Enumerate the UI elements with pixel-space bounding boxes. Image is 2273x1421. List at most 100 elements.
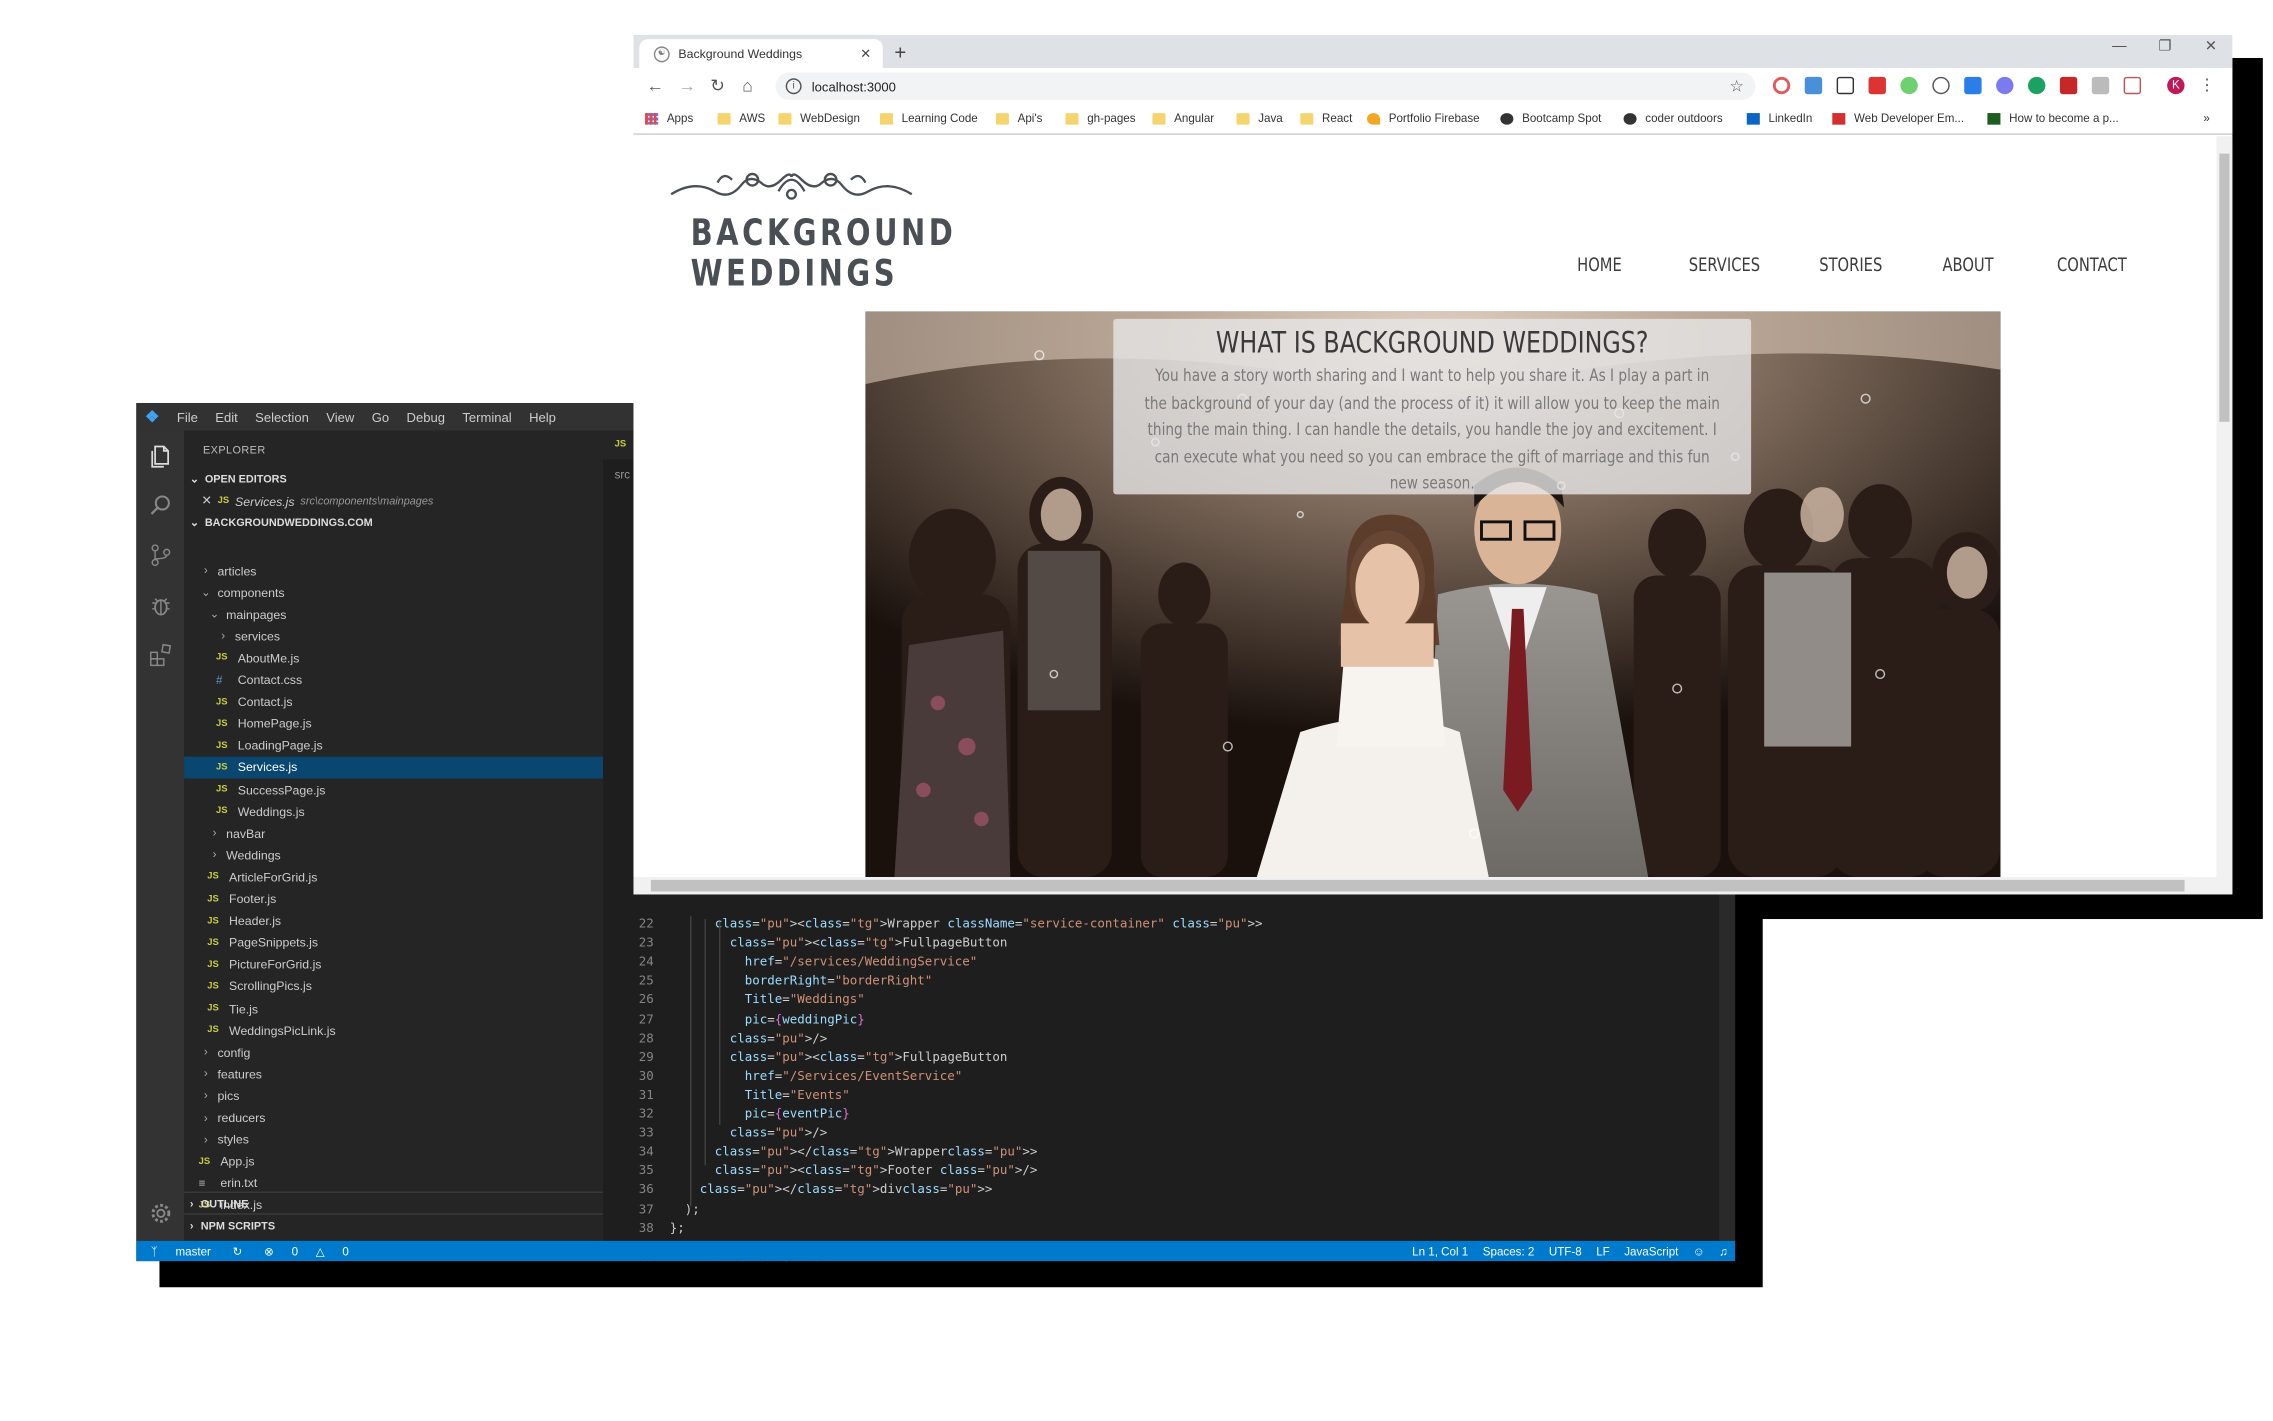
bookmark-item[interactable]: Api's — [995, 112, 1042, 125]
nav-stories[interactable]: STORIES — [1819, 255, 1882, 277]
code-line[interactable]: 34 class="pu"></class="tg">Wrapperclass=… — [603, 1144, 1735, 1163]
tree-file[interactable]: JS PictureForGrid.js — [184, 954, 603, 976]
code-line[interactable]: 33 class="pu">/> — [603, 1125, 1735, 1144]
menu-debug[interactable]: Debug — [398, 410, 454, 424]
explorer-icon[interactable] — [146, 442, 174, 470]
code-line[interactable]: 32 pic={eventPic} — [603, 1106, 1735, 1125]
menu-edit[interactable]: Edit — [207, 410, 247, 424]
indent-setting[interactable]: Spaces: 2 — [1483, 1244, 1535, 1257]
npm-scripts-header[interactable]: › NPM SCRIPTS — [184, 1213, 604, 1235]
bookmark-item[interactable]: AWS — [717, 112, 765, 125]
tree-file[interactable]: JS ScrollingPics.js — [184, 975, 603, 997]
page-vertical-scrollbar[interactable] — [2216, 136, 2233, 878]
back-icon[interactable]: ← — [647, 75, 664, 95]
bookmark-item[interactable]: gh-pages — [1065, 112, 1136, 125]
code-line[interactable]: 25 borderRight="borderRight" — [603, 973, 1735, 992]
tree-file[interactable]: JS Header.js — [184, 910, 603, 932]
reload-icon[interactable]: ↻ — [710, 75, 725, 95]
page-horizontal-scrollbar[interactable] — [633, 877, 2233, 895]
more-bookmarks-icon[interactable]: » — [2203, 112, 2209, 125]
extension-icon-3[interactable] — [1836, 76, 1855, 95]
tab-close-icon[interactable]: ✕ — [860, 46, 871, 62]
bookmark-item[interactable]: How to become a p... — [1987, 112, 2119, 125]
language-mode[interactable]: JavaScript — [1624, 1244, 1678, 1257]
tree-file[interactable]: JS LoadingPage.js — [184, 735, 603, 757]
project-header[interactable]: ⌄ BACKGROUNDWEDDINGS.COM — [184, 512, 603, 534]
bookmark-item[interactable]: WebDesign — [778, 112, 860, 125]
extension-icon-1[interactable] — [1772, 76, 1791, 95]
bookmark-item[interactable]: React — [1300, 112, 1352, 125]
extension-icon-6[interactable] — [1932, 76, 1950, 95]
menu-selection[interactable]: Selection — [246, 410, 317, 424]
code-line[interactable]: 31 Title="Events" — [603, 1087, 1735, 1106]
menu-view[interactable]: View — [318, 410, 363, 424]
menu-terminal[interactable]: Terminal — [454, 410, 521, 424]
tree-file[interactable]: JS Tie.js — [184, 997, 603, 1019]
nav-services[interactable]: SERVICES — [1689, 255, 1760, 277]
menu-go[interactable]: Go — [363, 410, 398, 424]
address-bar[interactable]: i localhost:3000 ☆ — [775, 72, 1756, 101]
menu-file[interactable]: File — [168, 410, 206, 424]
tree-folder[interactable]: › services — [184, 625, 603, 647]
tree-folder[interactable]: › config — [184, 1041, 603, 1063]
gear-icon[interactable] — [146, 1199, 174, 1227]
extensions-icon[interactable] — [146, 641, 174, 669]
tree-folder[interactable]: › articles — [184, 560, 603, 582]
sync-icon[interactable]: ↻ — [233, 1244, 243, 1257]
cursor-position[interactable]: Ln 1, Col 1 — [1412, 1244, 1468, 1257]
bookmark-item[interactable]: Angular — [1152, 112, 1214, 125]
open-editor-item[interactable]: ✕ JS Services.js src\components\mainpage… — [184, 490, 603, 512]
logo-text-line1[interactable]: BACKGROUND — [691, 212, 953, 254]
bookmark-item[interactable]: LinkedIn — [1746, 112, 1812, 125]
branch-indicator[interactable]: ᛉ master — [144, 1244, 219, 1257]
info-icon[interactable]: i — [785, 78, 802, 95]
tree-folder[interactable]: › features — [184, 1063, 603, 1085]
home-icon[interactable]: ⌂ — [742, 75, 753, 95]
notification-bell-icon[interactable]: ♫ — [1719, 1244, 1728, 1257]
bookmark-item[interactable]: Learning Code — [879, 112, 978, 125]
bookmark-item[interactable]: Apps — [645, 112, 693, 125]
bookmark-item[interactable]: Web Developer Em... — [1832, 112, 1964, 125]
nav-contact[interactable]: CONTACT — [2057, 255, 2127, 277]
tree-file[interactable]: JS HomePage.js — [184, 713, 603, 735]
extension-icon-10[interactable] — [2059, 76, 2078, 95]
code-line[interactable]: 38}; — [603, 1220, 1735, 1239]
restore-icon[interactable]: ❐ — [2158, 39, 2171, 55]
chrome-menu-icon[interactable]: ⋮ — [2199, 75, 2215, 94]
tree-file[interactable]: JS Weddings.js — [184, 800, 603, 822]
tree-folder[interactable]: › navBar — [184, 822, 603, 844]
profile-avatar[interactable]: K — [2167, 76, 2185, 95]
problems-indicator[interactable]: ⊗ 0 △ 0 — [257, 1244, 356, 1257]
code-line[interactable]: 23 class="pu"><class="tg">FullpageButton — [603, 935, 1735, 954]
extension-icon-11[interactable] — [2091, 76, 2110, 95]
code-line[interactable]: 29 class="pu"><class="tg">FullpageButton — [603, 1049, 1735, 1068]
tree-folder[interactable]: › pics — [184, 1085, 603, 1107]
tree-folder[interactable]: ⌄ mainpages — [184, 603, 603, 625]
open-editors-header[interactable]: ⌄ OPEN EDITORS — [184, 468, 603, 490]
minimize-icon[interactable]: — — [2112, 39, 2126, 55]
horizontal-scroll-thumb[interactable] — [650, 879, 2185, 892]
tree-file[interactable]: JS Footer.js — [184, 888, 603, 910]
close-icon[interactable]: ✕ — [201, 493, 211, 509]
forward-icon[interactable]: → — [678, 75, 695, 95]
bookmark-star-icon[interactable]: ☆ — [1730, 77, 1744, 95]
tree-file[interactable]: # Contact.css — [184, 669, 603, 691]
window-close-icon[interactable]: ✕ — [2205, 39, 2217, 55]
debug-icon[interactable] — [146, 591, 174, 619]
code-line[interactable]: 36 class="pu"></class="tg">divclass="pu"… — [603, 1182, 1735, 1201]
tree-file[interactable]: JS SuccessPage.js — [184, 778, 603, 800]
outline-header[interactable]: › OUTLINE — [184, 1191, 604, 1214]
nav-home[interactable]: HOME — [1577, 255, 1622, 277]
code-line[interactable]: 37 ); — [603, 1201, 1735, 1220]
tree-folder[interactable]: › styles — [184, 1129, 603, 1151]
encoding-setting[interactable]: UTF-8 — [1549, 1244, 1582, 1257]
code-line[interactable]: 26 Title="Weddings" — [603, 992, 1735, 1011]
extension-icon-9[interactable] — [2027, 76, 2046, 95]
browser-tab[interactable]: ☯ Background Weddings ✕ — [639, 39, 883, 69]
tree-folder[interactable]: › Weddings — [184, 844, 603, 866]
bookmark-item[interactable]: coder outdoors — [1623, 112, 1723, 125]
tree-file[interactable]: JS WeddingsPicLink.js — [184, 1019, 603, 1041]
nav-about[interactable]: ABOUT — [1942, 255, 1993, 277]
menu-help[interactable]: Help — [520, 410, 564, 424]
tree-file[interactable]: JS App.js — [184, 1151, 603, 1173]
